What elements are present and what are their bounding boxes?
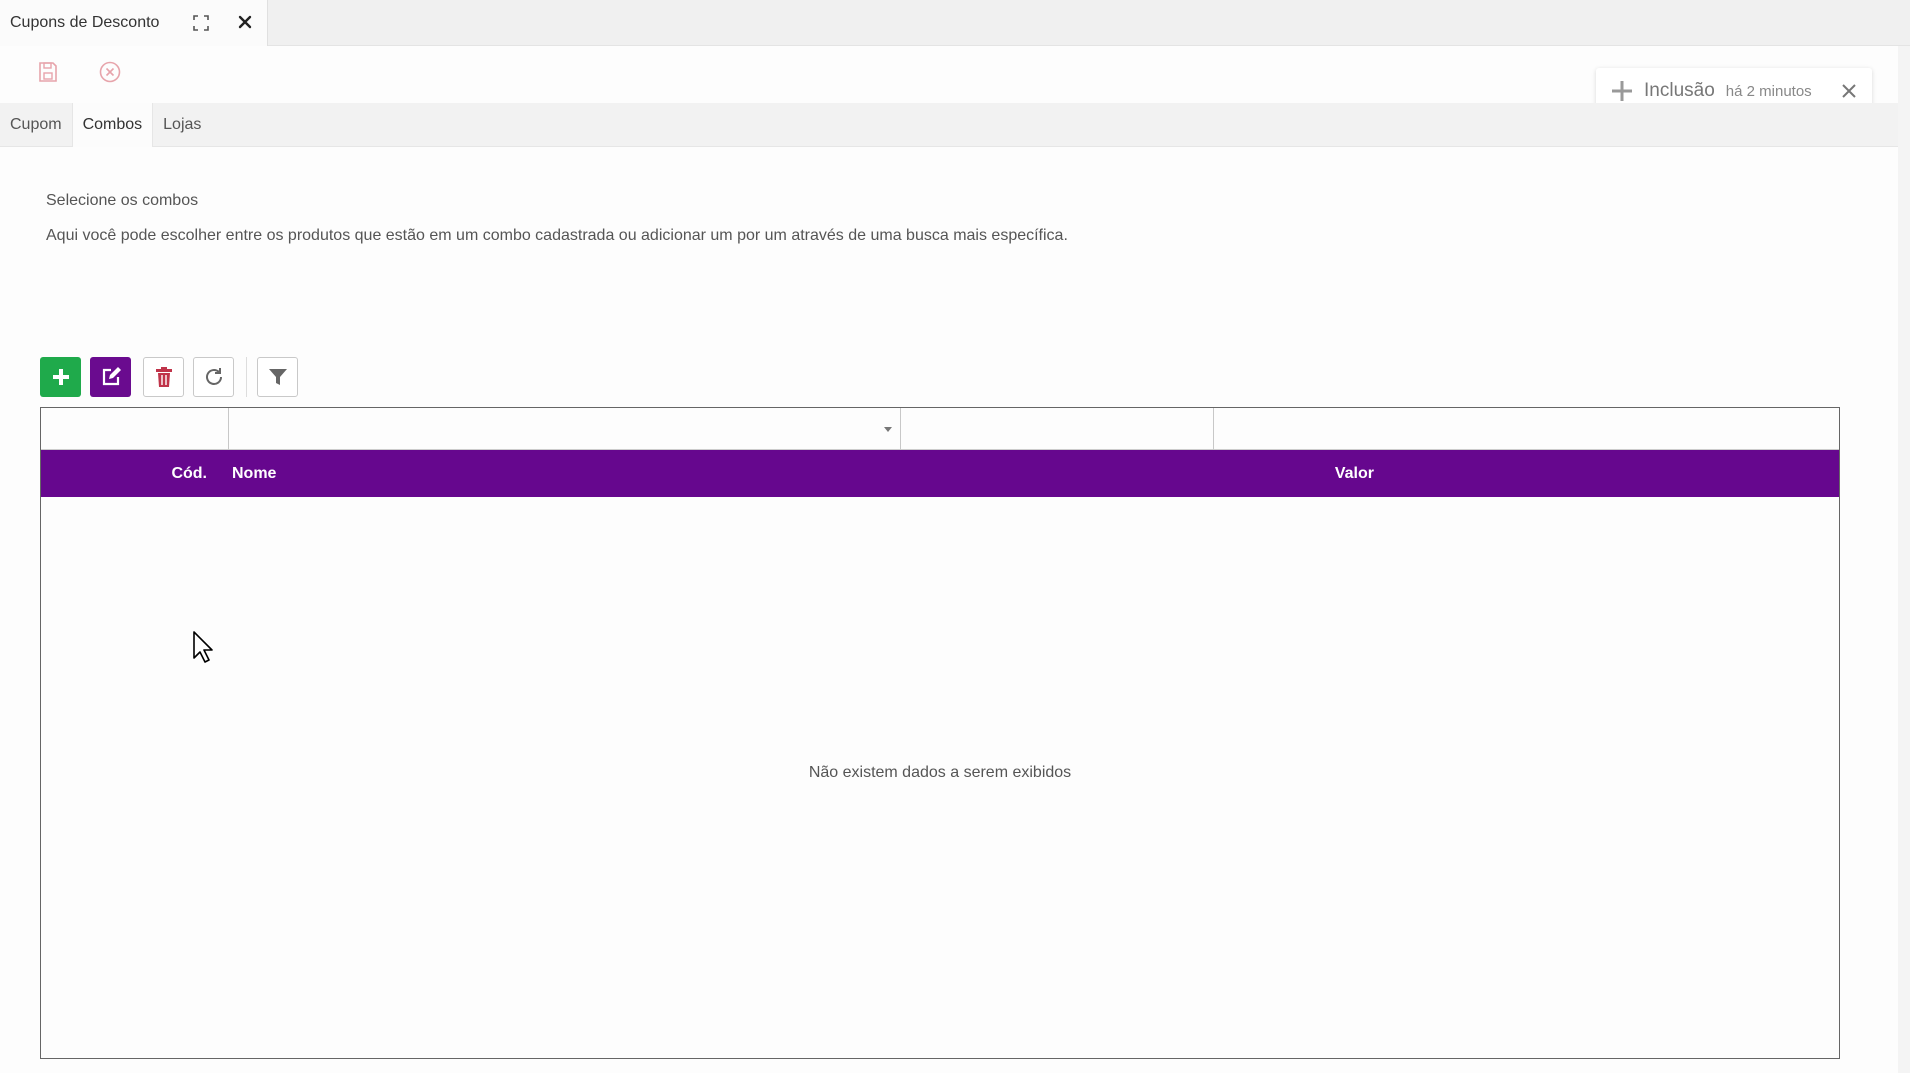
chevron-down-icon[interactable]: [882, 423, 894, 435]
filter-cod-input[interactable]: [41, 408, 228, 450]
mouse-cursor-icon: [193, 631, 213, 663]
filter-icon: [268, 369, 287, 385]
filter-cell-cod: [41, 408, 229, 450]
tab-lojas[interactable]: Lojas: [153, 103, 211, 147]
toolbar-separator: [246, 357, 247, 397]
window-tab[interactable]: Cupons de Desconto: [0, 0, 268, 46]
cancel-circle-icon[interactable]: [98, 60, 122, 84]
notification-time: há 2 minutos: [1725, 82, 1812, 100]
column-header-nome[interactable]: Nome: [232, 450, 832, 497]
tab-label: Lojas: [163, 116, 202, 133]
grid-filter-row: [41, 408, 1839, 450]
form-tabs: Cupom Combos Lojas: [0, 103, 1898, 147]
edit-icon: [102, 367, 121, 386]
page: Cupons de Desconto Inclusão há 2 minutos: [0, 0, 1910, 1073]
refresh-icon: [205, 368, 222, 385]
filter-nome-input[interactable]: [229, 408, 900, 450]
plus-icon: [1612, 81, 1632, 101]
window-tab-title: Cupons de Desconto: [10, 14, 160, 31]
tab-combos[interactable]: Combos: [71, 103, 154, 147]
combos-grid: Cód. Nome Valor Não existem dados a sere…: [40, 407, 1840, 1059]
form-actions: [36, 60, 122, 84]
tab-label: Combos: [82, 116, 143, 133]
tab-cupom[interactable]: Cupom: [0, 103, 72, 147]
add-button[interactable]: [40, 357, 81, 397]
column-header-cod[interactable]: Cód.: [41, 450, 207, 497]
notification-title: Inclusão: [1644, 80, 1715, 101]
close-icon[interactable]: [1840, 82, 1858, 100]
window-tab-bar: Cupons de Desconto: [0, 0, 1910, 46]
grid-header-row: Cód. Nome Valor: [41, 450, 1839, 497]
column-header-valor[interactable]: Valor: [901, 450, 1374, 497]
tab-label: Cupom: [10, 116, 62, 133]
scrollbar[interactable]: [1898, 46, 1910, 1073]
edit-button[interactable]: [90, 357, 131, 397]
empty-message: Não existem dados a serem exibidos: [808, 764, 1072, 781]
filter-button[interactable]: [257, 357, 298, 397]
trash-icon: [155, 367, 172, 387]
close-icon[interactable]: [236, 13, 254, 31]
filter-cell-valor: [901, 408, 1214, 450]
section-description: Aqui você pode escolher entre os produto…: [46, 227, 1068, 244]
expand-icon[interactable]: [192, 14, 210, 32]
refresh-button[interactable]: [193, 357, 234, 397]
save-icon[interactable]: [36, 60, 60, 84]
filter-cell-nome: [229, 408, 901, 450]
delete-button[interactable]: [143, 357, 184, 397]
filter-valor-input[interactable]: [901, 408, 1213, 450]
filter-cell-extra: [1214, 408, 1839, 450]
section-title: Selecione os combos: [46, 192, 199, 209]
filter-extra-input[interactable]: [1214, 408, 1839, 450]
plus-icon: [52, 369, 69, 385]
